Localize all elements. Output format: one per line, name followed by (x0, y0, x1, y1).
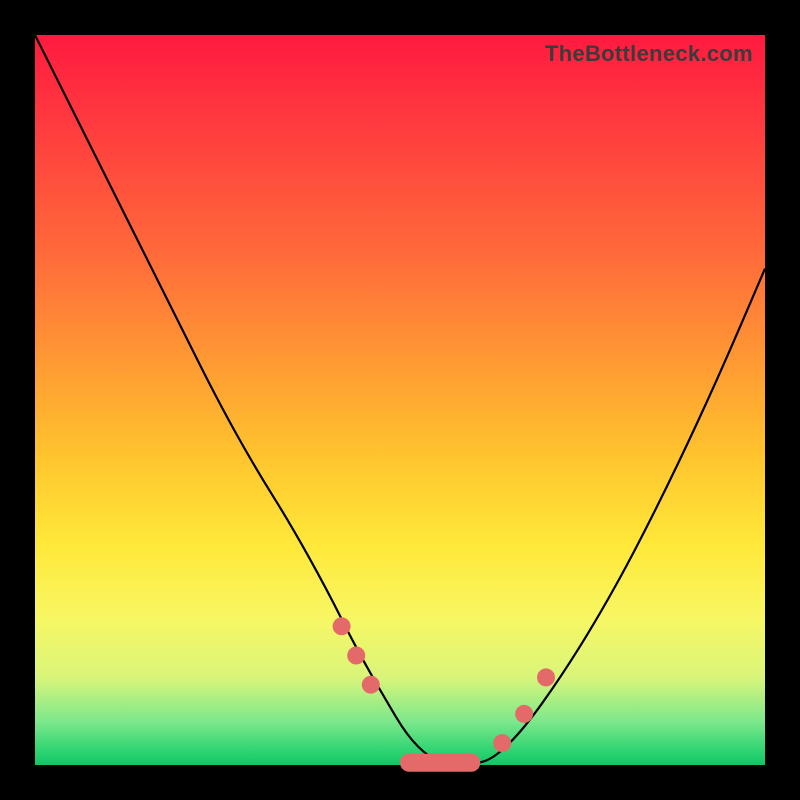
curve-marker (493, 734, 511, 752)
plot-area: TheBottleneck.com (35, 35, 765, 765)
chart-frame: TheBottleneck.com (0, 0, 800, 800)
bottleneck-curve (35, 35, 765, 765)
curve-marker (362, 676, 380, 694)
curve-flat-segment (400, 754, 480, 772)
curve-marker (537, 668, 555, 686)
curve-marker (347, 647, 365, 665)
curve-marker (515, 705, 533, 723)
curve-marker (333, 617, 351, 635)
